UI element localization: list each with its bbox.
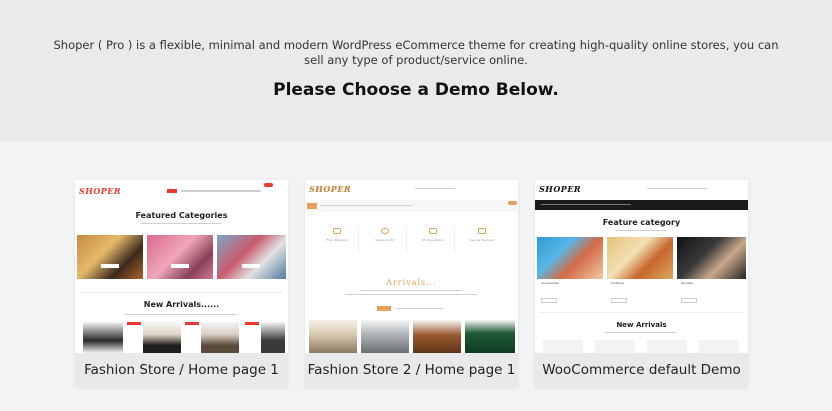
preview-sale-badge [245, 322, 259, 325]
preview-category-name: Clothing [611, 281, 624, 285]
preview-subtitle [345, 294, 477, 295]
preview-nav-bar [305, 200, 518, 212]
demo-label[interactable]: WooCommerce default Demo [535, 353, 748, 387]
preview-divider [539, 312, 744, 313]
preview-category-image [77, 235, 143, 279]
preview-category-name: Hoodies [681, 281, 694, 285]
preview-nav-active [167, 189, 177, 193]
preview-product-image [361, 320, 409, 353]
preview-nav-bar [535, 200, 748, 210]
preview-feature-label: Secure Payment [469, 238, 495, 242]
preview-feature: Support 24/7 [363, 226, 407, 252]
preview-nav [541, 204, 631, 205]
preview-shop-btn [681, 298, 697, 303]
preview-logo: SHOPER [79, 186, 122, 196]
page-heading: Please Choose a Demo Below. [273, 80, 559, 100]
preview-sale-badge [185, 322, 199, 325]
preview-shop-btn [541, 298, 557, 303]
demo-card-fashion-store-2[interactable]: SHOPER Free Shipping Support 24/7 30 Day… [305, 180, 518, 387]
preview-feature-label: Free Shipping [326, 238, 348, 242]
preview-new-title: New Arrivals [616, 321, 667, 329]
preview-subtitle [615, 230, 667, 231]
preview-category-image [537, 237, 603, 279]
preview-product-image [699, 340, 739, 353]
preview-subtitle [141, 223, 221, 224]
preview-section-title: Featured Categories [135, 211, 228, 220]
preview-filter [395, 308, 443, 309]
demo-label[interactable]: Fashion Store / Home page 1 [75, 353, 288, 387]
preview-category-btn [242, 264, 260, 268]
preview-subtitle [125, 314, 237, 315]
preview-nav-active [307, 203, 317, 209]
preview-category-image [677, 237, 746, 279]
preview-category-btn [101, 264, 119, 268]
preview-subtitle [361, 290, 461, 291]
preview-section-title: Arrivals... [386, 278, 437, 287]
preview-product-image [201, 322, 239, 353]
preview-product-image [595, 340, 635, 353]
preview-product-image [465, 320, 515, 353]
preview-product-image [543, 340, 583, 353]
preview-category-image [147, 235, 213, 279]
preview-logo: SHOPER [309, 184, 352, 194]
preview-product-image [261, 322, 285, 353]
preview-product-image [83, 322, 123, 353]
preview-section-title: Feature category [602, 218, 681, 227]
preview-filter-active [377, 306, 391, 311]
demo-label[interactable]: Fashion Store 2 / Home page 1 [305, 353, 518, 387]
preview-search [647, 188, 707, 189]
preview-shop-btn [611, 298, 627, 303]
preview-nav [321, 205, 413, 206]
preview-product-image [143, 322, 181, 353]
demo-preview-woocommerce[interactable]: SHOPER Feature category Accessories Clot… [535, 180, 748, 353]
preview-product-image [413, 320, 461, 353]
demo-card-woocommerce[interactable]: SHOPER Feature category Accessories Clot… [535, 180, 748, 387]
preview-feature-label: Support 24/7 [375, 238, 395, 242]
preview-logo: SHOPER [539, 184, 582, 194]
preview-feature: Free Shipping [315, 226, 359, 252]
hero-section [0, 0, 832, 141]
preview-divider [80, 292, 283, 293]
preview-product-image [309, 320, 357, 353]
intro-text: Shoper ( Pro ) is a flexible, minimal an… [53, 38, 779, 67]
preview-cart-badge [264, 183, 273, 187]
preview-sale-badge [127, 322, 141, 325]
preview-category-image [607, 237, 673, 279]
preview-cart-badge [508, 201, 517, 205]
preview-category-image [217, 235, 286, 279]
demo-preview-fashion-store-2[interactable]: SHOPER Free Shipping Support 24/7 30 Day… [305, 180, 518, 353]
preview-nav [181, 190, 261, 192]
preview-feature: Secure Payment [459, 226, 505, 252]
demo-preview-fashion-store[interactable]: SHOPER Featured Categories New Arrivals.… [75, 180, 288, 353]
preview-new-title: New Arrivals...... [143, 300, 220, 309]
preview-feature: 30 Days Return [411, 226, 455, 252]
preview-subtitle [605, 332, 677, 333]
preview-category-btn [171, 264, 189, 268]
preview-category-name: Accessories [541, 281, 559, 285]
preview-search [415, 188, 455, 189]
preview-product-image [647, 340, 687, 353]
demo-card-fashion-store[interactable]: SHOPER Featured Categories New Arrivals.… [75, 180, 288, 387]
preview-feature-label: 30 Days Return [421, 238, 445, 242]
